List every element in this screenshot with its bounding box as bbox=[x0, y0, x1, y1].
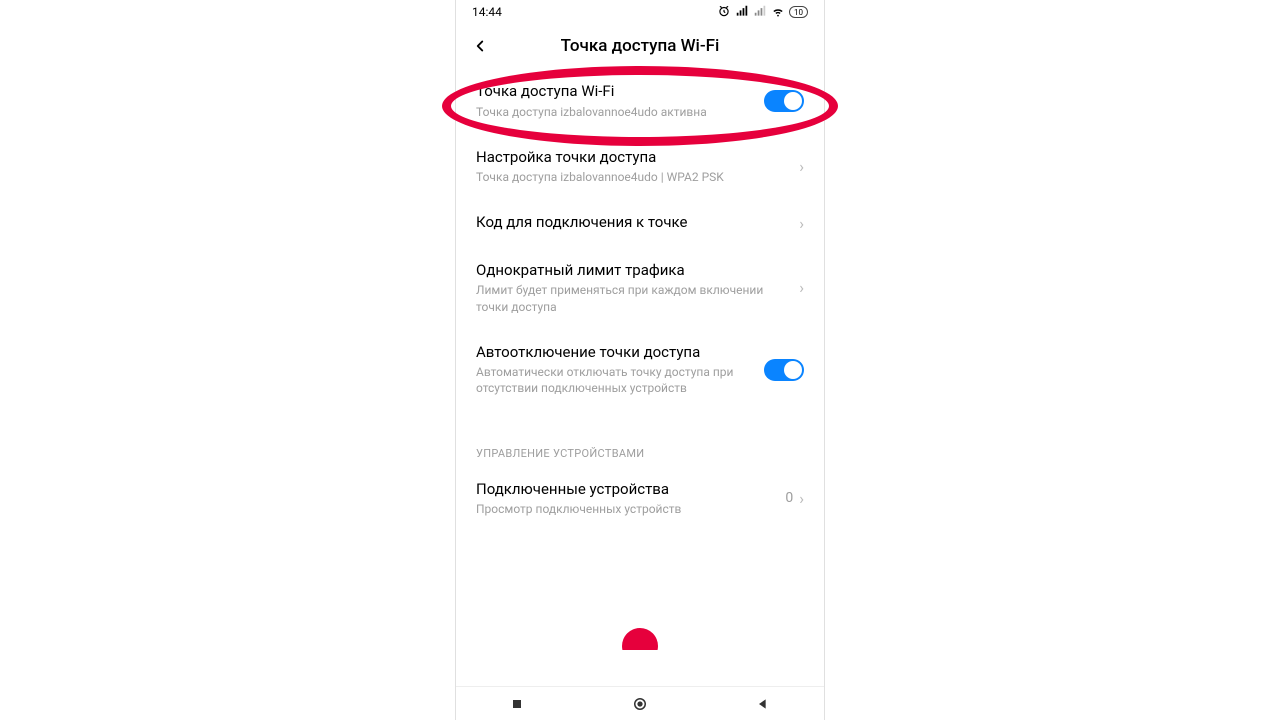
row-connected-devices[interactable]: Подключенные устройства Просмотр подключ… bbox=[456, 466, 824, 532]
battery-icon: 10 bbox=[789, 6, 808, 18]
clock: 14:44 bbox=[472, 5, 502, 19]
row-subtitle: Лимит будет применяться при каждом включ… bbox=[476, 282, 783, 314]
status-bar: 14:44 10 bbox=[456, 0, 824, 24]
row-subtitle: Точка доступа izbalovannoe4udo | WPA2 PS… bbox=[476, 169, 783, 185]
nav-back-button[interactable] bbox=[753, 694, 773, 714]
section-header-devices: УПРАВЛЕНИЕ УСТРОЙСТВАМИ bbox=[456, 441, 824, 466]
phone-frame: 14:44 10 Точка доступа Wi-Fi Точка д bbox=[455, 0, 825, 720]
chevron-right-icon: › bbox=[799, 157, 804, 176]
row-auto-off[interactable]: Автоотключение точки доступа Автоматичес… bbox=[456, 329, 824, 411]
row-title: Автоотключение точки доступа bbox=[476, 343, 754, 363]
back-button[interactable] bbox=[464, 30, 496, 62]
nav-home-button[interactable] bbox=[630, 694, 650, 714]
row-subtitle: Автоматически отключать точку доступа пр… bbox=[476, 364, 754, 396]
hotspot-toggle[interactable] bbox=[764, 90, 804, 112]
row-title: Точка доступа Wi-Fi bbox=[476, 82, 754, 102]
row-traffic-limit[interactable]: Однократный лимит трафика Лимит будет пр… bbox=[456, 247, 824, 329]
row-hotspot-toggle[interactable]: Точка доступа Wi-Fi Точка доступа izbalo… bbox=[456, 68, 824, 134]
row-title: Однократный лимит трафика bbox=[476, 261, 783, 281]
row-title: Код для подключения к точке bbox=[476, 213, 783, 233]
chevron-right-icon: › bbox=[799, 489, 804, 508]
row-connection-code[interactable]: Код для подключения к точке › bbox=[456, 199, 824, 247]
signal-icon bbox=[735, 4, 749, 21]
row-title: Настройка точки доступа bbox=[476, 148, 783, 168]
row-title: Подключенные устройства bbox=[476, 480, 775, 500]
row-subtitle: Точка доступа izbalovannoe4udo активна bbox=[476, 104, 754, 120]
row-hotspot-setup[interactable]: Настройка точки доступа Точка доступа iz… bbox=[456, 134, 824, 200]
settings-list: Точка доступа Wi-Fi Точка доступа izbalo… bbox=[456, 68, 824, 686]
nav-bar bbox=[456, 686, 824, 720]
header-bar: Точка доступа Wi-Fi bbox=[456, 24, 824, 68]
connected-count: 0 bbox=[785, 490, 793, 506]
page-title: Точка доступа Wi-Fi bbox=[456, 36, 824, 56]
chevron-right-icon: › bbox=[799, 278, 804, 297]
signal-icon-2 bbox=[753, 4, 767, 21]
auto-off-toggle[interactable] bbox=[764, 359, 804, 381]
alarm-icon bbox=[717, 4, 731, 21]
nav-recent-button[interactable] bbox=[507, 694, 527, 714]
annotation-dot bbox=[622, 628, 658, 650]
row-subtitle: Просмотр подключенных устройств bbox=[476, 501, 775, 517]
wifi-icon bbox=[771, 4, 785, 21]
chevron-right-icon: › bbox=[799, 214, 804, 233]
